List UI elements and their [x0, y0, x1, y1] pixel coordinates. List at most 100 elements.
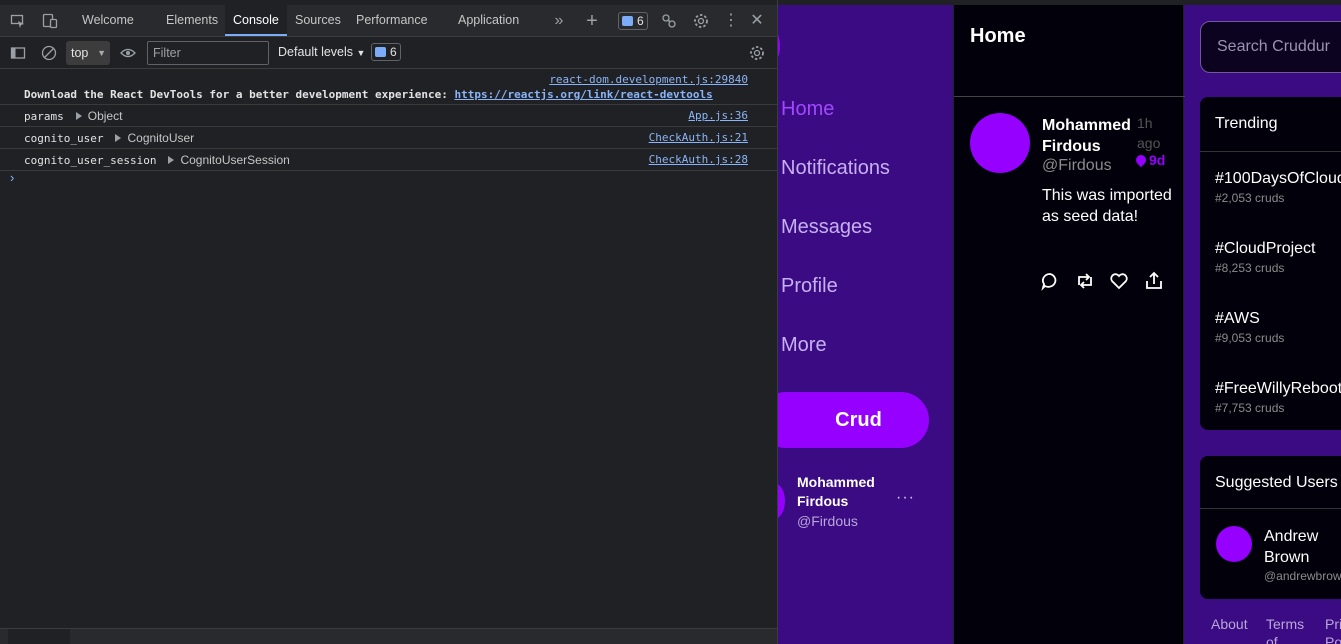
console-settings-icon[interactable] — [749, 45, 765, 61]
devtools-tab-bar: Welcome Elements Console Sources Perform… — [0, 5, 777, 37]
console-toolbar: top ▼ Filter Default levels ▼ 6 — [0, 37, 777, 69]
issues-badge[interactable]: 6 — [618, 12, 648, 30]
default-levels-dropdown[interactable]: Default levels ▼ — [278, 45, 365, 59]
drawer-tab-active[interactable] — [8, 629, 70, 644]
suggested-users-title: Suggested Users — [1215, 474, 1338, 491]
nav-user-handle: @Firdous — [797, 513, 858, 529]
tab-performance[interactable]: Performance — [348, 5, 436, 36]
console-output: react-dom.development.js:29840 Download … — [0, 70, 777, 185]
page-title: Home — [970, 25, 1026, 47]
sidebar-toggle-icon[interactable] — [10, 45, 26, 61]
tab-welcome[interactable]: Welcome — [74, 5, 142, 36]
nav-more[interactable]: More — [781, 334, 827, 357]
divider — [1200, 151, 1341, 152]
settings-gear-icon[interactable] — [693, 13, 709, 29]
tab-application[interactable]: Application — [450, 5, 527, 36]
tab-sources[interactable]: Sources — [287, 5, 349, 36]
console-prompt[interactable]: › — [10, 170, 14, 185]
tab-console[interactable]: Console — [225, 5, 287, 36]
source-link[interactable]: CheckAuth.js:21 — [649, 131, 748, 144]
footer-link-about[interactable]: About — [1211, 615, 1248, 633]
feed: Home Mohammed Firdous @Firdous 1h ago 9d… — [953, 5, 1185, 644]
close-devtools-icon[interactable]: ✕ — [749, 13, 765, 29]
more-tabs-icon[interactable]: » — [551, 13, 567, 29]
suggested-user-name[interactable]: Andrew Brown — [1264, 526, 1341, 568]
post-display-name[interactable]: Mohammed Firdous — [1042, 115, 1142, 157]
log-value[interactable]: CognitoUserSession — [180, 153, 289, 167]
nav-notifications[interactable]: Notifications — [781, 157, 890, 180]
nav-home[interactable]: Home — [781, 98, 834, 121]
log-value[interactable]: CognitoUser — [127, 131, 194, 145]
chevron-down-icon: ▼ — [97, 48, 106, 58]
more-options-icon[interactable]: ··· — [896, 489, 915, 507]
devtools-panel: Welcome Elements Console Sources Perform… — [0, 0, 778, 644]
trending-count: #8,253 cruds — [1215, 261, 1285, 275]
feed-header: Home — [954, 5, 1185, 97]
trending-tag[interactable]: #FreeWillyReboot — [1215, 380, 1341, 398]
right-sidebar: Search Cruddur Trending #100DaysOfCloud … — [1200, 5, 1341, 644]
post-handle[interactable]: @Firdous — [1042, 157, 1112, 175]
search-input[interactable]: Search Cruddur — [1200, 21, 1341, 73]
footer-link-privacy[interactable]: Pri Po — [1325, 615, 1341, 644]
trending-box: Trending #100DaysOfCloud #2,053 cruds #C… — [1200, 97, 1341, 430]
console-log-row: cognito_user_session CognitoUserSession C… — [0, 149, 777, 171]
avatar — [778, 483, 785, 519]
source-link[interactable]: react-dom.development.js:29840 — [549, 73, 748, 86]
footer-link-terms[interactable]: Terms of — [1266, 615, 1306, 644]
post-avatar[interactable] — [970, 113, 1030, 173]
nav-messages[interactable]: Messages — [781, 216, 872, 239]
message-icon — [622, 16, 633, 26]
log-value[interactable]: Object — [88, 109, 123, 123]
like-heart-icon[interactable] — [1109, 271, 1129, 291]
trending-tag[interactable]: #AWS — [1215, 310, 1260, 328]
react-devtools-link[interactable]: https://reactjs.org/link/react-devtools — [454, 88, 712, 101]
divider — [1200, 508, 1341, 509]
suggested-user-handle[interactable]: @andrewbrown — [1264, 569, 1341, 583]
suggested-users-box: Suggested Users Andrew Brown @andrewbrow… — [1200, 456, 1341, 599]
screen: Welcome Elements Console Sources Perform… — [0, 0, 1341, 644]
kebab-menu-icon[interactable]: ⋮ — [723, 13, 739, 29]
post-message: This was imported as seed data! — [1042, 187, 1172, 225]
share-icon[interactable] — [1144, 271, 1164, 291]
nav-profile[interactable]: Profile — [781, 275, 838, 298]
reply-icon[interactable] — [1040, 271, 1060, 291]
customize-icon[interactable] — [661, 13, 677, 29]
trending-count: #9,053 cruds — [1215, 331, 1285, 345]
eye-icon[interactable] — [120, 45, 136, 61]
drawer-tab-bar — [0, 628, 777, 644]
tab-elements[interactable]: Elements — [158, 5, 226, 36]
logo[interactable] — [778, 31, 780, 61]
source-link[interactable]: CheckAuth.js:28 — [649, 153, 748, 166]
console-log-row: params Object App.js:36 — [0, 105, 777, 127]
console-log-row: cognito_user CognitoUser CheckAuth.js:21 — [0, 127, 777, 149]
trending-tag[interactable]: #CloudProject — [1215, 240, 1316, 258]
filter-input[interactable]: Filter — [147, 41, 269, 65]
source-link[interactable]: App.js:36 — [688, 109, 748, 122]
post-actions — [1040, 271, 1180, 291]
context-select[interactable]: top ▼ — [66, 41, 110, 65]
log-key: params — [24, 110, 64, 123]
add-tab-icon[interactable]: + — [584, 11, 600, 31]
trending-count: #2,053 cruds — [1215, 191, 1285, 205]
clear-console-icon[interactable] — [41, 45, 57, 61]
issues-count-badge[interactable]: 6 — [371, 43, 401, 61]
cruddur-app: Home Notifications Messages Profile More… — [778, 5, 1341, 644]
trending-title: Trending — [1215, 115, 1278, 132]
expand-triangle-icon[interactable] — [75, 112, 82, 120]
bomb-icon — [1133, 152, 1149, 168]
console-message-react: react-dom.development.js:29840 Download … — [0, 70, 777, 105]
repost-icon[interactable] — [1075, 271, 1095, 291]
crud-button[interactable]: Crud — [778, 392, 929, 448]
inspect-element-icon[interactable] — [10, 13, 26, 29]
device-toolbar-icon[interactable] — [42, 13, 58, 29]
avatar[interactable] — [1216, 526, 1252, 562]
trending-count: #7,753 cruds — [1215, 401, 1285, 415]
post-expiry: 9d — [1133, 152, 1165, 168]
expand-triangle-icon[interactable] — [168, 156, 175, 164]
expand-triangle-icon[interactable] — [115, 134, 122, 142]
log-key: cognito_user_session — [24, 154, 157, 167]
post-time: 1h ago — [1137, 115, 1161, 151]
trending-tag[interactable]: #100DaysOfCloud — [1215, 170, 1341, 188]
react-devtools-text: Download the React DevTools for a better… — [24, 88, 455, 101]
caret-down-icon: ▼ — [356, 48, 366, 58]
